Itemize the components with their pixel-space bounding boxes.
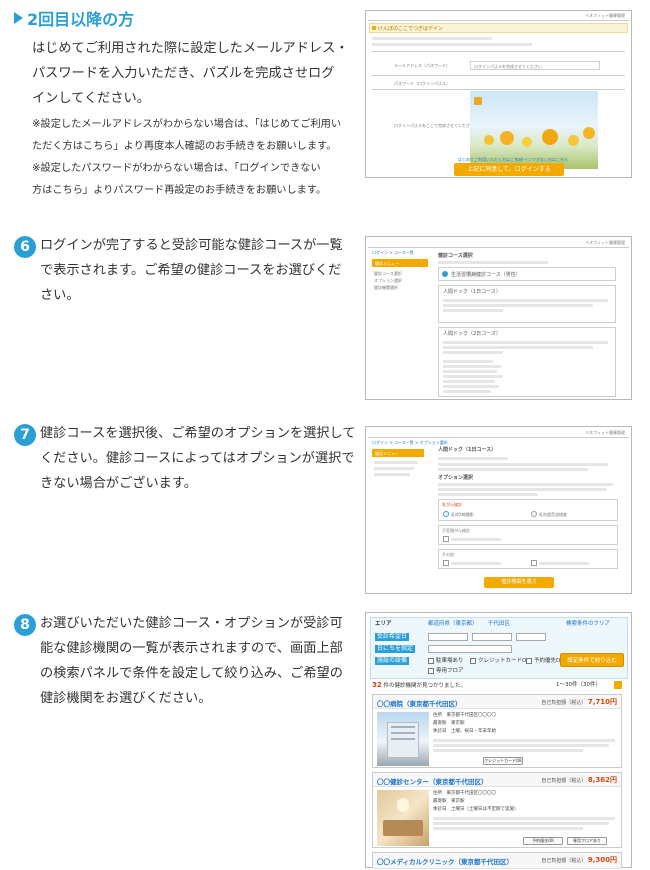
option-group-2: 子宮頸がん検診 (438, 525, 618, 545)
date-extra-input[interactable] (516, 633, 546, 641)
bulb-icon (372, 26, 376, 30)
triangle-icon (14, 12, 23, 24)
email-field[interactable]: ログインパズルを完成させてください (470, 61, 600, 70)
facility-name-2[interactable]: 〇〇健診センター（東京都千代田区） (377, 776, 488, 786)
credit-ok-button[interactable]: クレジットカードOK (483, 757, 523, 765)
option-breadcrumb[interactable]: ログイン > コース一覧 > オプション選択 (372, 440, 448, 445)
facility-photo-2 (377, 790, 429, 846)
option-group-3: その他 (438, 549, 618, 569)
side-menu-title: 健診メニュー (372, 259, 428, 267)
step6-badge: 6 (14, 236, 36, 258)
radio-opt1[interactable] (443, 511, 449, 517)
option-group-1: 乳がん検診 乳房X線撮影 乳房超音波検査 (438, 499, 618, 521)
course-card-3[interactable]: 人間ドック（2日コース） (438, 327, 616, 397)
check-female-staff[interactable] (428, 668, 434, 674)
option-side-title: 健診メニュー (372, 449, 424, 457)
side-item-facility[interactable]: 健診機関選択 (374, 285, 398, 290)
section-title: 2回目以降の方 (14, 6, 134, 30)
step7-badge: 7 (14, 424, 36, 446)
facility-card-1[interactable]: 〇〇病院（東京都千代田区） 自己負担額（税込） 7,710円 住所 東京都千代田… (372, 694, 622, 768)
area-select[interactable]: 都道府県（東京都） (428, 620, 478, 628)
search-button[interactable]: 設定条件で絞り込む (560, 653, 624, 667)
checkbox-group3a[interactable] (443, 560, 449, 566)
reserve-ok-button[interactable]: 予約優先OK (523, 837, 563, 845)
side-item-course[interactable]: 健診コース選択 (374, 271, 402, 276)
date-to-input[interactable] (472, 633, 512, 641)
select-facility-button[interactable]: 健診機関を選ぶ (484, 577, 554, 588)
check-credit[interactable] (470, 658, 476, 664)
login-notes: ※設定したメールアドレスがわからない場合は、「はじめてご利用い ただく方はこちら… (32, 119, 342, 196)
login-panel-header: けんぽのここでつぎはデイン (369, 23, 628, 33)
check-reserve[interactable] (526, 658, 532, 664)
breadcrumb[interactable]: ログイン > コース一覧 (372, 250, 414, 255)
option-screenshot: ベネフィット健康管理 ログイン > コース一覧 > オプション選択 健診メニュー… (365, 426, 632, 594)
login-button[interactable]: 上記に同意して、ログインする (454, 163, 564, 176)
facility-card-3[interactable]: 〇〇メディカルクリニック（東京都千代田区） 自己負担額（税込） 9,300円 (372, 852, 622, 869)
step8-text: お選びいただいた健診コース・オプションが受診可 能な健診機関の一覧が表示されます… (40, 616, 343, 706)
flower-thumb (474, 97, 482, 105)
login-instructions: はじめてご利用された際に設定したメールアドレス・ パスワードを入力いただき、パズ… (32, 41, 349, 106)
cannot-login-link[interactable]: ログインできない方はこちら (516, 157, 568, 162)
facility-photo-1 (377, 712, 429, 766)
checkbox-group3b[interactable] (531, 560, 537, 566)
private-floor-button[interactable]: 専用フロアあり (567, 837, 607, 845)
first-time-link[interactable]: はじめてご利用いただく方はこちら (458, 157, 522, 162)
reset-link[interactable]: 検索条件のクリア (566, 620, 610, 628)
course-screenshot: ベネフィット健康管理 ログイン > コース一覧 健診メニュー 健診コース選択 オ… (365, 236, 632, 400)
step8-badge: 8 (14, 614, 36, 636)
checkbox-group2[interactable] (443, 536, 449, 542)
date-from-input[interactable] (428, 633, 468, 641)
step7-text: 健診コースを選択後、ご希望のオプションを選択して ください。健診コースによっては… (40, 426, 356, 491)
next-page-icon[interactable] (614, 681, 622, 689)
facility-name-1[interactable]: 〇〇病院（東京都千代田区） (377, 698, 462, 708)
facility-card-2[interactable]: 〇〇健診センター（東京都千代田区） 自己負担額（税込） 8,362円 住所 東京… (372, 772, 622, 848)
city-select[interactable]: 千代田区 (488, 620, 510, 628)
facility-name-3[interactable]: 〇〇メディカルクリニック（東京都千代田区） (377, 856, 513, 866)
course-card-1[interactable]: 生活習慣病健診コース（男性） (438, 267, 616, 281)
radio-opt2[interactable] (531, 511, 537, 517)
time-input[interactable] (428, 645, 512, 653)
step6-text: ログインが完了すると受診可能な健診コースが一覧 で表示されます。ご希望の健診コー… (40, 238, 343, 303)
check-parking[interactable] (428, 658, 434, 664)
login-screenshot: ベネフィット健康管理 けんぽのここでつぎはデイン メールアドレス（パスワード） … (365, 10, 632, 178)
side-item-option[interactable]: オプション選択 (374, 278, 402, 283)
course-card-2[interactable]: 人間ドック（1日コース） (438, 285, 616, 323)
